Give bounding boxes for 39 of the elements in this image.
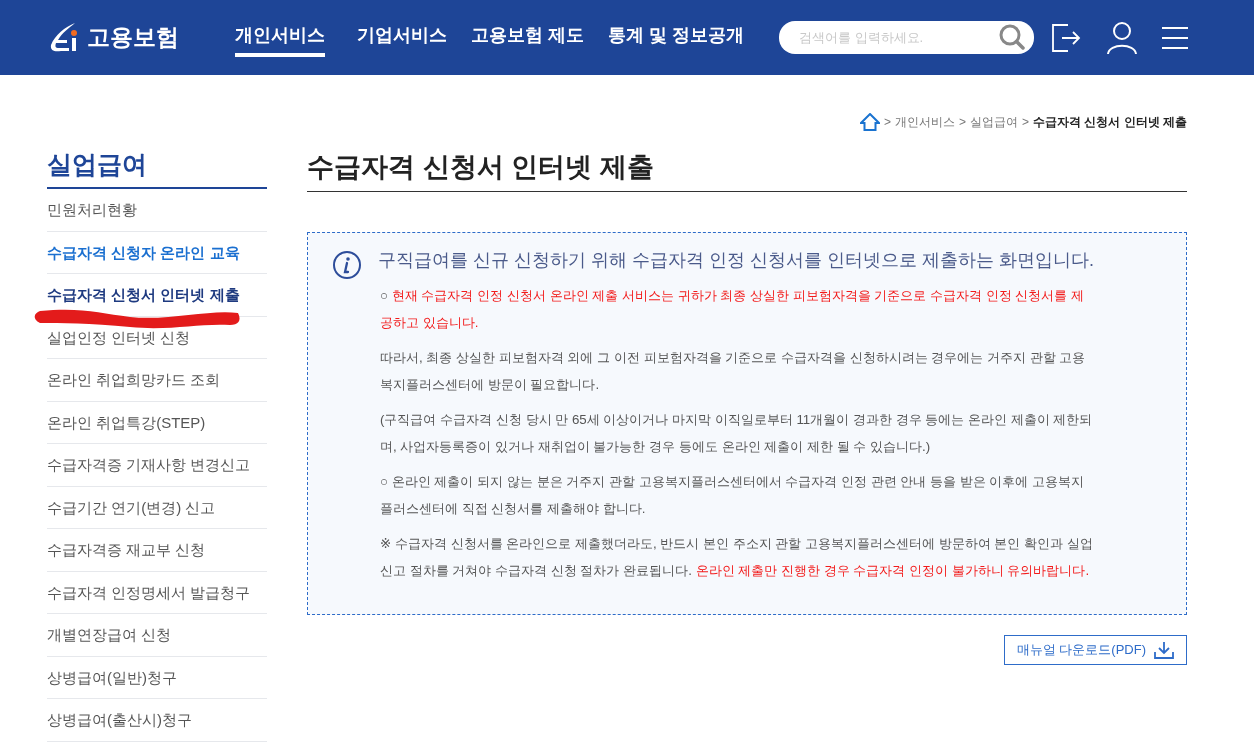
nav-link[interactable]: 고용보험 제도 (471, 18, 584, 57)
notice-paragraph: ※ 수급자격 신청서를 온라인으로 제출했더라도, 반드시 본인 주소지 관할 고용복지플러스센터에 방문하여 본인 확인과 실업신고 절차를 거쳐야 수급자격 신청 절차가 완료됩니다. 온라인 제출만 진행한 경우 수급자격 인정이 불가하니 유의바랍니다. (380, 535, 1094, 581)
breadcrumb-separator: > (883, 114, 891, 131)
sidebar-item[interactable]: 온라인 취업특강(STEP) (47, 401, 267, 444)
notice-paragraph: ○ 현재 수급자격 인정 신청서 온라인 제출 서비스는 귀하가 최종 상실한 피보험자격을 기준으로 수급자격 인정 신청서를 제공하고 있습니다. (380, 287, 1086, 333)
nav-link[interactable]: 통계 및 정보공개 (608, 18, 745, 57)
sidebar-title: 실업급여 (47, 149, 267, 189)
user-icon[interactable] (1106, 20, 1138, 55)
logo-text[interactable]: 고용보험 (87, 20, 179, 55)
info-icon (332, 249, 362, 280)
notice-paragraph: 따라서, 최종 상실한 피보험자격 외에 그 이전 피보험자격을 기준으로 수급자격을 신청하시려는 경우에는 거주지 관할 고용복지플러스센터에 방문이 필요합니다. (380, 349, 1087, 395)
breadcrumb-separator: > (958, 114, 966, 131)
sidebar-item[interactable]: 수급자격증 기재사항 변경신고 (47, 444, 267, 487)
sidebar-item[interactable]: 상병급여(일반)청구 (47, 656, 267, 699)
sidebar-item[interactable]: 수급자격 신청자 온라인 교육 (47, 231, 267, 274)
sidebar-item[interactable]: 온라인 취업희망카드 조회 (47, 359, 267, 402)
home-icon[interactable] (859, 113, 880, 131)
sidebar-item[interactable]: 수급자격 인정명세서 발급청구 (47, 571, 267, 614)
nav-link[interactable]: 기업서비스 (357, 18, 447, 57)
logout-icon[interactable] (1050, 21, 1082, 54)
menu-icon[interactable] (1162, 25, 1188, 50)
sidebar-item[interactable]: 개별연장급여 신청 (47, 614, 267, 657)
breadcrumb-item[interactable]: 개인서비스 (894, 113, 955, 131)
sidebar-item[interactable]: 민원처리현황 (47, 189, 267, 232)
nav-link[interactable]: 개인서비스 (235, 18, 325, 57)
breadcrumb-item[interactable]: 실업급여 (969, 113, 1018, 131)
sidebar-item[interactable]: 수급자격증 재교부 신청 (47, 529, 267, 572)
page-title: 수급자격 신청서 인터넷 제출 (307, 151, 1187, 193)
breadcrumb-item: 수급자격 신청서 인터넷 제출 (1033, 114, 1187, 131)
notice-paragraph: (구직급여 수급자격 신청 당시 만 65세 이상이거나 마지막 이직일로부터 11개월이 경과한 경우 등에는 온라인 제출이 제한되며, 사업자등록증이 있거나 재취업이 불가능한 경우 등에도 온라인 제출이 제한 될 수 있습니다.) (380, 411, 1094, 457)
breadcrumb-separator: > (1021, 114, 1029, 131)
sidebar-item[interactable]: 수급기간 연기(변경) 신고 (47, 486, 267, 529)
sidebar-item[interactable]: 실업인정 인터넷 신청 (47, 316, 267, 359)
download-icon (1154, 641, 1174, 660)
sidebar-item[interactable]: 상병급여(출산시)청구 (47, 699, 267, 742)
search-icon[interactable] (998, 23, 1026, 51)
notice-paragraph: ○ 온라인 제출이 되지 않는 분은 거주지 관할 고용복지플러스센터에서 수급자격 인정 관련 안내 등을 받은 이후에 고용복지플러스센터에 직접 신청서를 제출해야 합니다. (380, 473, 1086, 519)
notice-lead: 구직급여를 신규 신청하기 위해 수급자격 인정 신청서를 인터넷으로 제출하는 화면입니다. (378, 249, 1094, 273)
download-button[interactable]: 매뉴얼 다운로드(PDF) (1003, 635, 1187, 665)
